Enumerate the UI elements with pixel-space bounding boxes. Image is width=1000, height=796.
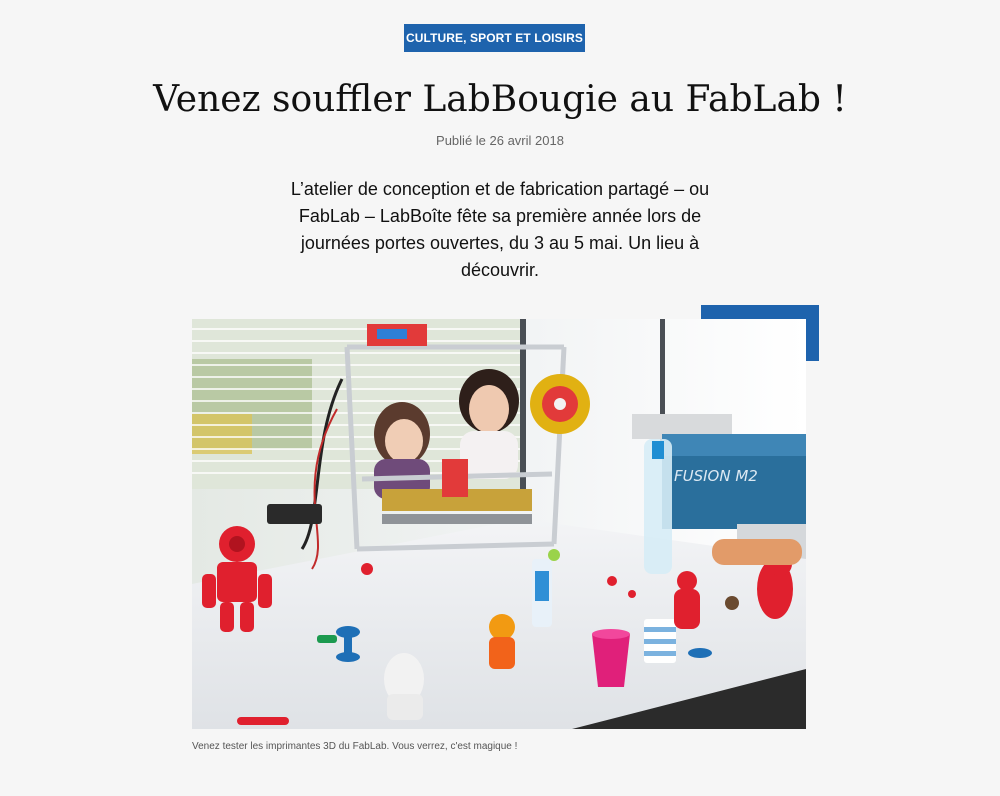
publish-date: Publié le 26 avril 2018	[436, 133, 564, 148]
machine-label: FUSION M2	[674, 467, 758, 485]
article-title: Venez souffler LabBougie au FabLab !	[153, 79, 847, 120]
photo-caption: Venez tester les imprimantes 3D du FabLa…	[192, 741, 518, 752]
article-photo: FUSION M2	[192, 319, 806, 729]
article-lead: L’atelier de conception et de fabricatio…	[290, 179, 710, 280]
category-tag[interactable]: CULTURE, SPORT ET LOISIRS	[404, 24, 585, 52]
